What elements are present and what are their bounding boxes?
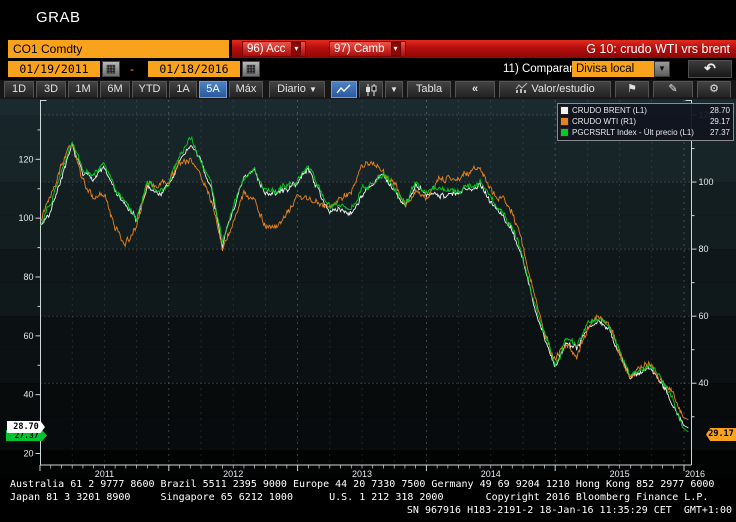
svg-text:120: 120 — [18, 154, 33, 164]
period-select[interactable]: Diario ▼ — [269, 81, 325, 98]
line-chart-icon — [336, 84, 352, 95]
brent-swatch-icon — [560, 106, 569, 115]
range-button-6m[interactable]: 6M — [100, 81, 130, 98]
flag-button[interactable]: ⚑ — [615, 81, 649, 98]
candlestick-icon — [364, 84, 378, 96]
range-button-5a-selected[interactable]: 5A — [199, 81, 227, 98]
chart-region: 2040608010012040608010012020112012201320… — [0, 99, 736, 478]
svg-text:2013: 2013 — [352, 469, 372, 478]
period-label: Diario — [277, 83, 306, 95]
acc-menu-button[interactable]: 96) Acc ▾ — [242, 41, 306, 57]
undo-button[interactable]: ↶ — [688, 60, 732, 78]
wti-swatch-icon — [560, 117, 569, 126]
candlestick-type-button[interactable] — [359, 81, 383, 98]
compare-menu-item[interactable]: 11) Comparar — [503, 61, 573, 78]
legend-row-wti[interactable]: CRUDO WTI (R1) 29.17 — [560, 116, 730, 127]
date-bar: 01/19/2011 ▦ - 01/18/2016 ▦ 11) Comparar… — [0, 60, 736, 79]
chevron-down-icon[interactable]: ▾ — [391, 42, 401, 56]
flag-icon: ⚑ — [627, 83, 637, 95]
pencil-icon: ✎ — [668, 83, 677, 95]
legend-row-brent[interactable]: CRUDO BRENT (L1) 28.70 — [560, 105, 730, 116]
legend-label: CRUDO BRENT (L1) — [572, 106, 706, 115]
svg-text:100: 100 — [18, 213, 33, 223]
svg-text:80: 80 — [699, 244, 709, 254]
currency-select[interactable]: Divisa local — [572, 61, 654, 77]
legend-label: PGCRSRLT Index - Últ precio (L1) — [572, 128, 706, 137]
camb-menu-button[interactable]: 97) Camb ▾ — [329, 41, 406, 57]
svg-text:2015: 2015 — [610, 469, 630, 478]
calendar-icon[interactable]: ▦ — [242, 61, 260, 77]
end-date-input[interactable]: 01/18/2016 — [148, 61, 240, 77]
svg-text:2012: 2012 — [223, 469, 243, 478]
line-chart-type-button[interactable] — [331, 81, 357, 98]
ticker-input[interactable]: CO1 Comdty — [8, 40, 229, 58]
legend-value: 29.17 — [710, 117, 730, 126]
gear-icon: ⚙ — [709, 83, 719, 95]
price-chart[interactable]: 2040608010012040608010012020112012201320… — [0, 99, 736, 478]
collapse-panel-button[interactable]: « — [455, 81, 495, 98]
range-button-1d[interactable]: 1D — [4, 81, 34, 98]
settings-button[interactable]: ⚙ — [697, 81, 731, 98]
legend-value: 27.37 — [710, 128, 730, 137]
range-button-ytd[interactable]: YTD — [132, 81, 167, 98]
svg-text:80: 80 — [23, 272, 33, 282]
svg-text:2014: 2014 — [481, 469, 501, 478]
chart-background-bands — [0, 99, 736, 478]
range-button-max[interactable]: Máx — [229, 81, 263, 98]
terminal-footer: Australia 61 2 9777 8600 Brazil 5511 239… — [0, 478, 736, 522]
chart-toolbar: 1D 3D 1M 6M YTD 1A 5A Máx Diario ▼ ▼ Tab… — [0, 80, 736, 99]
chart-type-dropdown-arrow[interactable]: ▼ — [385, 81, 403, 98]
legend-row-index[interactable]: PGCRSRLT Index - Últ precio (L1) 27.37 — [560, 127, 730, 138]
legend-label: CRUDO WTI (R1) — [572, 117, 706, 126]
start-date-input[interactable]: 01/19/2011 — [8, 61, 100, 77]
acc-menu-label: 96) Acc — [247, 43, 285, 55]
wti-last-price-badge: 29.17 — [706, 428, 736, 441]
table-button[interactable]: Tabla — [407, 81, 451, 98]
legend-value: 28.70 — [710, 106, 730, 115]
grab-title: GRAB — [36, 9, 81, 26]
annotate-button[interactable]: ✎ — [653, 81, 693, 98]
security-bar: CO1 Comdty 96) Acc ▾ 97) Camb ▾ G 10: crud… — [0, 40, 736, 59]
title-red-zone: 96) Acc ▾ 97) Camb ▾ G 10: crudo WTI vrs b… — [232, 40, 736, 58]
study-chart-icon — [515, 83, 528, 93]
svg-text:60: 60 — [699, 311, 709, 321]
svg-text:100: 100 — [699, 177, 714, 187]
grab-bar: GRAB — [0, 0, 736, 38]
chevron-down-icon[interactable]: ▼ — [654, 61, 670, 77]
study-label: Valor/estudio — [531, 83, 594, 95]
brent-last-price-badge: 28.70 — [7, 421, 45, 433]
bloomberg-terminal-window: GRAB CO1 Comdty 96) Acc ▾ 97) Camb ▾ G 10:… — [0, 0, 736, 522]
svg-text:40: 40 — [23, 390, 33, 400]
footer-contacts-line2: Japan 81 3 3201 8900 Singapore 65 6212 1… — [0, 491, 736, 504]
date-range-separator: - — [130, 61, 134, 77]
footer-session-line: SN 967916 H183-2191-2 18-Jan-16 11:35:29… — [0, 504, 736, 517]
study-button[interactable]: Valor/estudio — [499, 81, 611, 98]
range-button-1m[interactable]: 1M — [68, 81, 98, 98]
svg-text:40: 40 — [699, 378, 709, 388]
camb-menu-label: 97) Camb — [334, 43, 385, 55]
svg-text:60: 60 — [23, 331, 33, 341]
calendar-icon[interactable]: ▦ — [102, 61, 120, 77]
range-button-3d[interactable]: 3D — [36, 81, 66, 98]
chart-function-title: G 10: crudo WTI vrs brent — [586, 41, 730, 57]
svg-text:2011: 2011 — [95, 469, 114, 478]
chevron-down-icon: ▼ — [309, 85, 317, 94]
svg-text:20: 20 — [23, 449, 33, 459]
undo-icon: ↶ — [704, 60, 716, 76]
chart-legend: CRUDO BRENT (L1) 28.70 CRUDO WTI (R1) 29… — [557, 103, 734, 141]
chevron-down-icon[interactable]: ▾ — [291, 42, 301, 56]
range-button-1a[interactable]: 1A — [169, 81, 197, 98]
index-swatch-icon — [560, 128, 569, 137]
footer-contacts-line1: Australia 61 2 9777 8600 Brazil 5511 239… — [0, 478, 736, 491]
svg-text:2016: 2016 — [685, 469, 705, 478]
